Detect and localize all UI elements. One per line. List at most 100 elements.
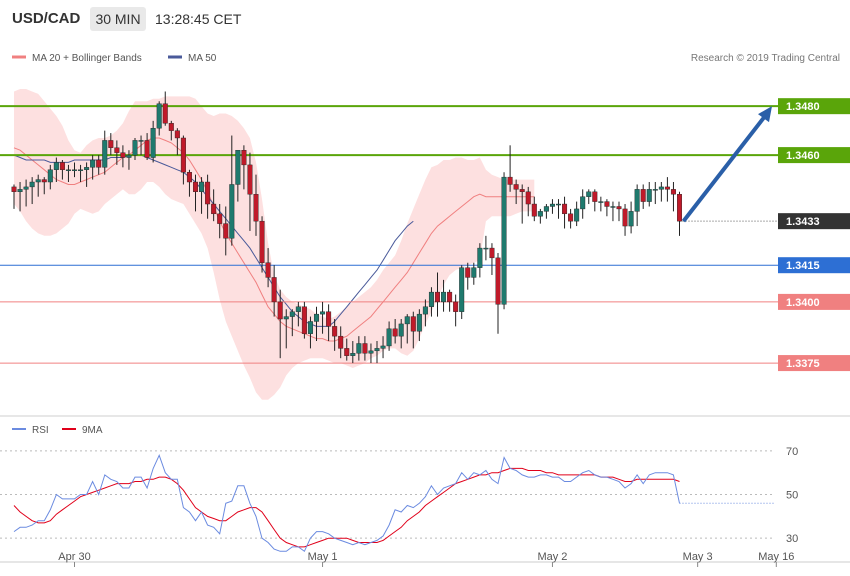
forecast-arrow xyxy=(681,114,767,223)
candle-body xyxy=(628,211,634,227)
rsi-tick-label: 30 xyxy=(786,533,798,545)
candle-body xyxy=(338,335,344,349)
candle-body xyxy=(404,316,410,325)
level-label: 1.3400 xyxy=(786,297,820,309)
copyright-text: Research © 2019 Trading Central xyxy=(691,53,840,64)
level-label: 1.3460 xyxy=(786,150,820,162)
candle-body xyxy=(23,186,29,190)
candle-body xyxy=(501,176,507,305)
level-label: 1.3433 xyxy=(786,216,820,228)
candle-body xyxy=(205,181,211,205)
candle-body xyxy=(664,186,670,190)
candle-body xyxy=(126,154,132,158)
x-tick-label: May 1 xyxy=(308,551,338,563)
candle-body xyxy=(586,191,592,197)
candle-body xyxy=(144,140,150,158)
candle-body xyxy=(265,262,271,278)
candle-body xyxy=(580,196,586,210)
candle-body xyxy=(199,181,205,193)
candle-body xyxy=(350,353,356,356)
candle-body xyxy=(168,123,174,131)
candle-body xyxy=(598,201,604,203)
candle-body xyxy=(289,311,295,317)
candle-body xyxy=(525,191,531,205)
candle-body xyxy=(410,316,416,332)
candle-body xyxy=(65,169,71,171)
candle-body xyxy=(162,103,168,124)
rsi-legend-label: 9MA xyxy=(82,425,103,436)
candle-body xyxy=(84,167,90,170)
candle-body xyxy=(283,316,289,320)
candle-body xyxy=(180,137,186,173)
x-tick-label: May 3 xyxy=(683,551,713,563)
candle-body xyxy=(271,277,277,303)
candle-body xyxy=(658,186,664,190)
candle-body xyxy=(356,343,362,354)
candle-body xyxy=(344,348,350,356)
candle-body xyxy=(229,184,235,239)
candle-body xyxy=(253,194,259,222)
candle-body xyxy=(640,189,646,202)
candle-body xyxy=(102,140,108,168)
candle-body xyxy=(459,267,465,312)
candle-body xyxy=(622,208,628,227)
level-label: 1.3480 xyxy=(786,101,820,113)
candle-body xyxy=(610,206,616,208)
rsi-tick-label: 50 xyxy=(786,490,798,502)
candle-body xyxy=(120,152,126,158)
candle-body xyxy=(186,172,192,183)
x-tick-label: May 16 xyxy=(758,551,794,563)
candle-body xyxy=(11,186,17,192)
candle-body xyxy=(17,189,23,192)
candle-body xyxy=(519,189,525,192)
candle-body xyxy=(53,162,59,170)
candle-body xyxy=(314,313,320,322)
candle-body xyxy=(616,206,622,210)
candle-body xyxy=(489,247,495,259)
candle-body xyxy=(211,203,217,215)
candle-body xyxy=(307,321,313,334)
candle-body xyxy=(677,194,683,222)
candle-body xyxy=(435,291,441,303)
candle-body xyxy=(368,350,374,354)
candle-body xyxy=(326,311,332,327)
candle-body xyxy=(362,343,368,354)
candle-body xyxy=(652,189,658,191)
candle-body xyxy=(441,291,447,303)
candle-body xyxy=(47,169,53,183)
candle-body xyxy=(320,311,326,315)
bollinger-band xyxy=(14,89,535,400)
candle-body xyxy=(477,247,483,268)
candle-body xyxy=(549,203,555,207)
candle-body xyxy=(556,203,562,206)
level-label: 1.3375 xyxy=(786,358,820,370)
candle-body xyxy=(465,267,471,278)
candle-body xyxy=(59,162,65,170)
candle-body xyxy=(646,189,652,202)
level-label: 1.3415 xyxy=(786,260,820,272)
rsi-legend-label: RSI xyxy=(32,425,49,436)
candle-body xyxy=(380,345,386,349)
candle-body xyxy=(259,220,265,263)
candle-body xyxy=(108,140,114,148)
candle-body xyxy=(277,301,283,320)
price-chart: MA 20 + Bollinger Bands MA 50 Research © 2… xyxy=(0,53,850,567)
candle-body xyxy=(543,206,549,212)
candle-body xyxy=(174,130,180,139)
legend-label: MA 50 xyxy=(188,53,217,64)
candle-body xyxy=(453,301,459,312)
candle-body xyxy=(574,208,580,222)
candle-body xyxy=(71,169,77,171)
candle-body xyxy=(150,127,156,158)
candle-body xyxy=(428,291,434,307)
candle-body xyxy=(416,313,422,332)
candle-body xyxy=(332,326,338,337)
candle-body xyxy=(447,291,453,303)
candle-body xyxy=(634,189,640,212)
candle-body xyxy=(513,184,519,190)
candle-body xyxy=(132,140,138,156)
candle-body xyxy=(295,306,301,312)
candle-body xyxy=(398,323,404,337)
candle-body xyxy=(471,267,477,278)
candle-body xyxy=(531,203,537,217)
